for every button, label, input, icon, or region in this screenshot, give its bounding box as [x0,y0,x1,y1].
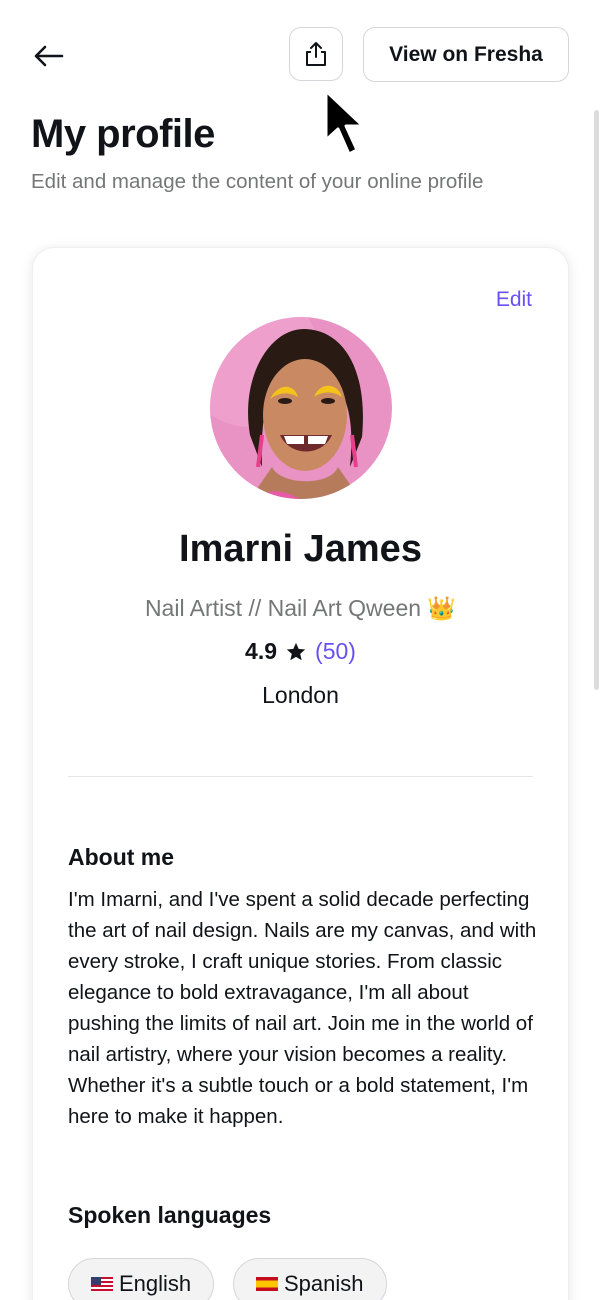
language-label: Spanish [284,1271,364,1296]
about-heading: About me [68,844,175,870]
scrollbar[interactable] [594,110,599,690]
back-button[interactable] [28,36,68,76]
rating-value: 4.9 [245,638,278,664]
language-label: English [119,1271,192,1296]
about-text: I'm Imarni, and I've spent a solid decad… [68,888,537,1128]
profile-page: View on Fresha My profile Edit and manag… [0,0,600,1300]
rating-row: 4.9 (50) [33,638,568,665]
language-chip-english: English [68,1258,215,1300]
page-title: My profile [31,112,215,156]
profile-location: London [262,682,339,708]
edit-profile-link[interactable]: Edit [496,288,532,312]
star-icon [286,642,306,660]
avatar [210,317,392,499]
profile-card: Edit Imarni James Nail Artist // Nail Ar… [32,247,569,1300]
arrow-left-icon [34,45,64,67]
profile-name: Imarni James [179,528,422,570]
mouse-cursor-icon [324,89,365,156]
share-button[interactable] [289,27,343,81]
review-count-link[interactable]: (50) [315,638,356,665]
languages-heading: Spoken languages [68,1202,272,1228]
view-on-fresha-button[interactable]: View on Fresha [363,27,569,82]
profile-role: Nail Artist // Nail Art Qween 👑 [144,595,457,621]
divider [68,776,533,777]
page-subtitle: Edit and manage the content of your onli… [31,170,484,193]
share-icon [306,42,326,66]
us-flag-icon [91,1277,113,1291]
avatar-image [210,317,392,499]
spain-flag-icon [256,1277,278,1291]
language-chip-spanish: Spanish [233,1258,387,1300]
